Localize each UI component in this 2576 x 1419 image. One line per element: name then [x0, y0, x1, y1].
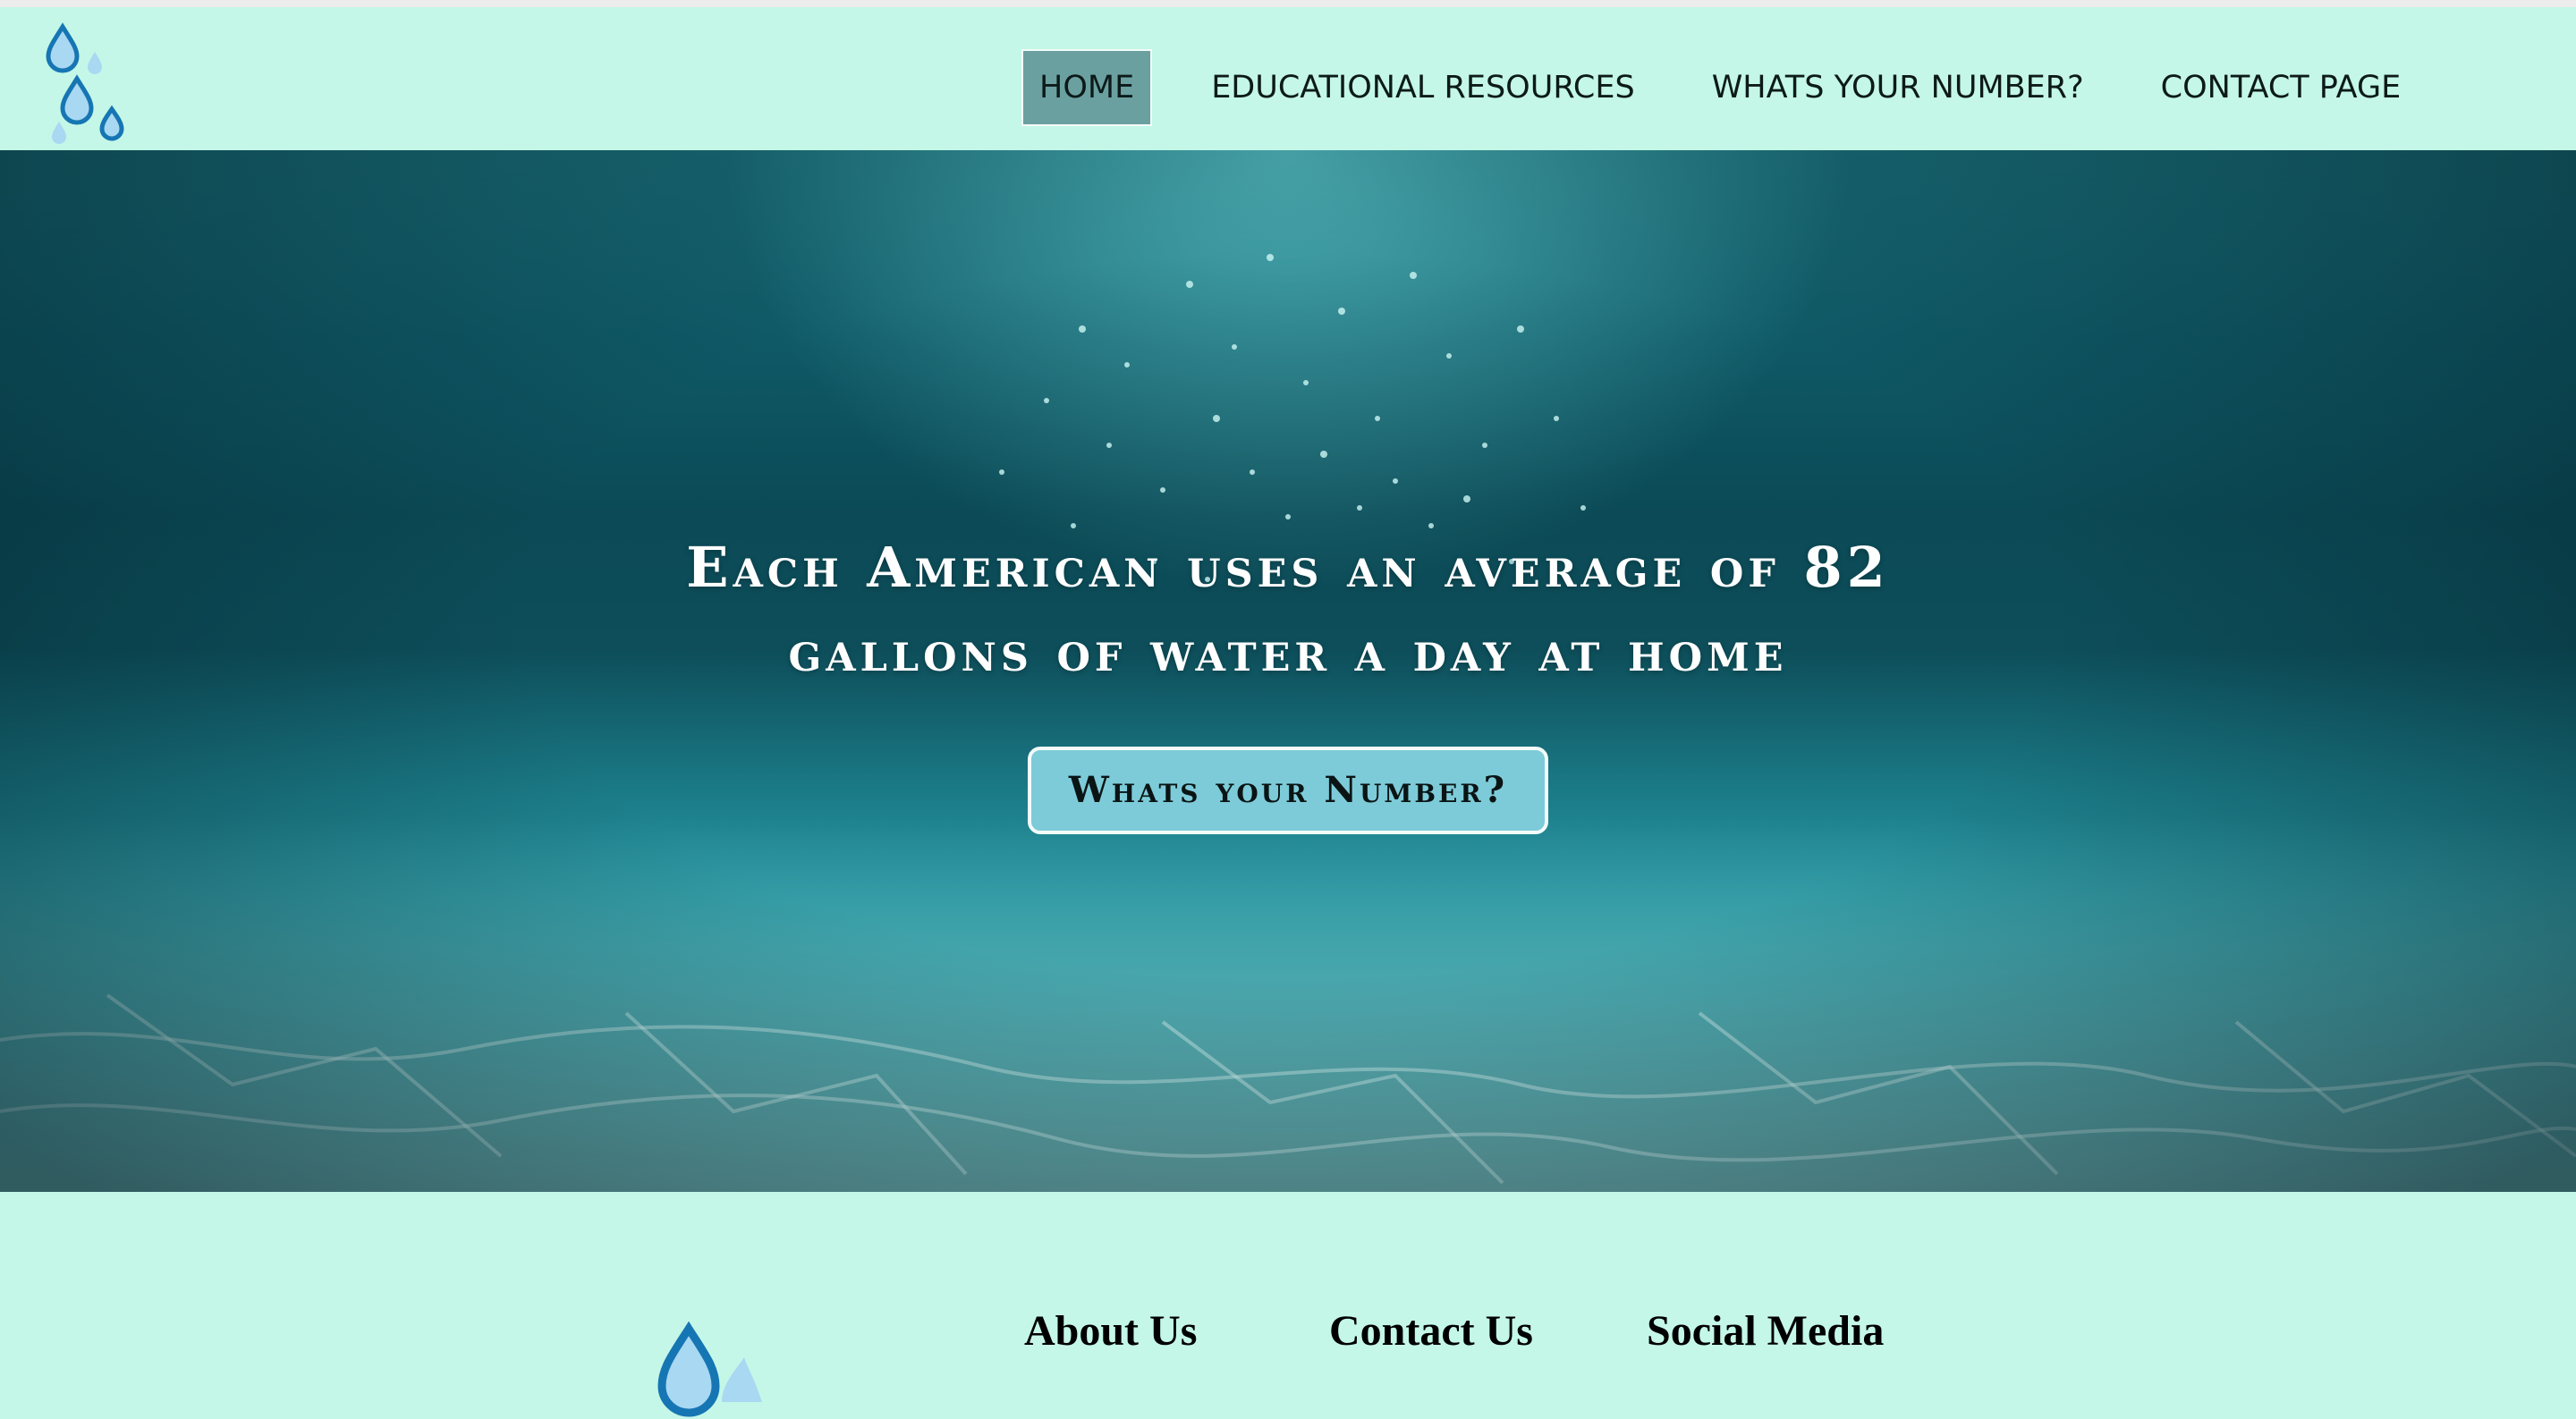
hero-headline-line1: Each American uses an average of 82 [686, 535, 1890, 600]
nav-item-educational-resources[interactable]: EDUCATIONAL RESOURCES [1193, 49, 1653, 126]
site-header: HOME EDUCATIONAL RESOURCES WHATS YOUR NU… [0, 7, 2576, 150]
site-footer: About Us Contact Us Social Media [0, 1192, 2576, 1419]
water-drops-logo-icon[interactable] [34, 16, 132, 150]
hero-section: Each American uses an average of 82 gall… [0, 150, 2576, 1192]
water-drop-icon [657, 1321, 762, 1417]
hero-headline-line2: gallons of water a day at home [788, 619, 1788, 684]
nav-item-contact-page[interactable]: CONTACT PAGE [2143, 49, 2419, 126]
footer-about-us[interactable]: About Us [1024, 1306, 1197, 1356]
whats-your-number-button[interactable]: Whats your Number? [1028, 747, 1548, 834]
top-border [0, 0, 2576, 7]
hero-headline: Each American uses an average of 82 gall… [304, 526, 2272, 694]
page: HOME EDUCATIONAL RESOURCES WHATS YOUR NU… [0, 0, 2576, 1419]
main-nav: HOME EDUCATIONAL RESOURCES WHATS YOUR NU… [1021, 49, 2419, 126]
nav-item-home[interactable]: HOME [1021, 49, 1153, 126]
nav-item-whats-your-number[interactable]: WHATS YOUR NUMBER? [1694, 49, 2102, 126]
footer-contact-us[interactable]: Contact Us [1329, 1306, 1533, 1356]
footer-social-media[interactable]: Social Media [1647, 1306, 1884, 1356]
